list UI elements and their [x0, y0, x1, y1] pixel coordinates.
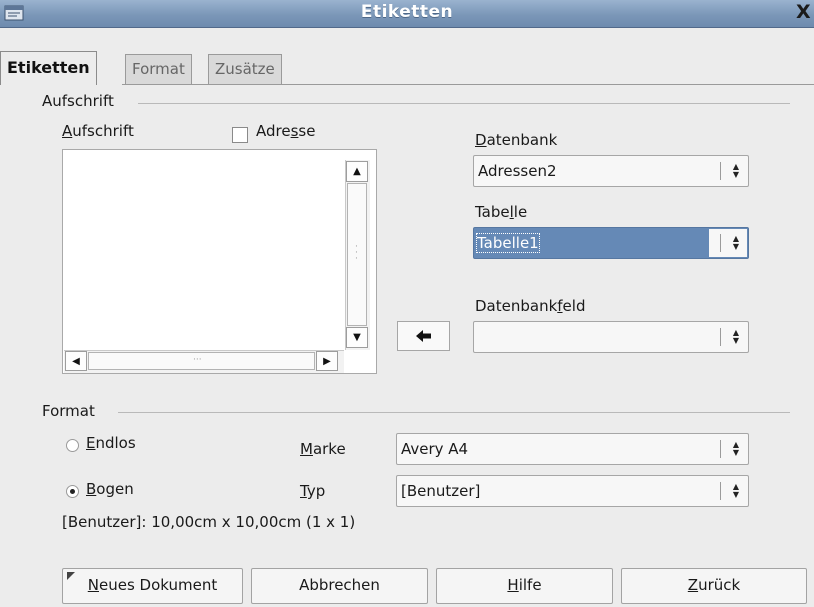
marke-label: Marke — [300, 440, 346, 458]
spin-arrows-icon: ▲ ▼ — [732, 328, 740, 345]
close-button[interactable]: X — [796, 1, 811, 23]
endlos-label[interactable]: Endlos — [86, 434, 136, 452]
horizontal-scroll-thumb[interactable]: ··· — [88, 352, 315, 370]
spin-arrows-icon: ▲ ▼ — [732, 234, 740, 251]
spin-arrows-icon: ▲ ▼ — [732, 162, 740, 179]
tab-divider — [122, 84, 814, 85]
typ-select[interactable]: [Benutzer] ▲ ▼ — [396, 475, 749, 507]
vertical-scroll-thumb[interactable]: · · · — [347, 183, 367, 326]
back-button[interactable]: Zurück — [621, 568, 807, 604]
scroll-left-icon[interactable]: ◀ — [65, 351, 87, 371]
tab-zusaetze[interactable]: Zusätze — [208, 54, 282, 85]
datenbank-select[interactable]: Adressen2 ▲ ▼ — [473, 155, 749, 187]
aufschrift-field-label: Aufschrift — [62, 122, 134, 140]
scroll-right-icon[interactable]: ▶ — [316, 351, 338, 371]
aufschrift-textarea[interactable] — [62, 149, 377, 374]
bogen-label[interactable]: Bogen — [86, 480, 134, 498]
tab-format[interactable]: Format — [125, 54, 192, 85]
aufschrift-group-line — [138, 103, 790, 104]
marke-value: Avery A4 — [401, 440, 469, 458]
tab-etiketten[interactable]: Etiketten — [0, 51, 97, 85]
typ-label: Typ — [300, 482, 326, 500]
datenbankfeld-label: Datenbankfeld — [475, 297, 586, 315]
bogen-radio[interactable] — [66, 485, 79, 498]
tabelle-label: Tabelle — [475, 203, 528, 221]
datenbank-value: Adressen2 — [478, 162, 557, 180]
spin-arrows-icon: ▲ ▼ — [732, 440, 740, 457]
help-button[interactable]: Hilfe — [436, 568, 613, 604]
typ-value: [Benutzer] — [401, 482, 481, 500]
scroll-up-icon[interactable]: ▲ — [346, 161, 368, 182]
marke-select[interactable]: Avery A4 ▲ ▼ — [396, 433, 749, 465]
adresse-checkbox[interactable] — [232, 127, 248, 143]
endlos-radio[interactable] — [66, 439, 79, 452]
tabelle-select[interactable]: Tabelle1 ▲ ▼ — [473, 227, 749, 259]
tabelle-value: Tabelle1 — [476, 233, 540, 253]
spin-arrows-icon: ▲ ▼ — [732, 482, 740, 499]
datenbank-label: Datenbank — [475, 131, 558, 149]
format-group-line — [118, 412, 790, 413]
format-info-text: [Benutzer]: 10,00cm x 10,00cm (1 x 1) — [62, 513, 356, 531]
datenbankfeld-select[interactable]: ▲ ▼ — [473, 321, 749, 353]
adresse-checkbox-label[interactable]: Adresse — [256, 122, 315, 140]
aufschrift-group-title: Aufschrift — [42, 92, 114, 110]
scroll-down-icon[interactable]: ▼ — [346, 327, 368, 348]
insert-field-button[interactable] — [397, 321, 450, 351]
format-group-title: Format — [42, 402, 95, 420]
window-title: Etiketten — [360, 2, 454, 22]
new-document-button[interactable]: Neues Dokument — [62, 568, 243, 604]
arrow-left-icon — [415, 330, 431, 342]
cancel-button[interactable]: Abbrechen — [251, 568, 428, 604]
